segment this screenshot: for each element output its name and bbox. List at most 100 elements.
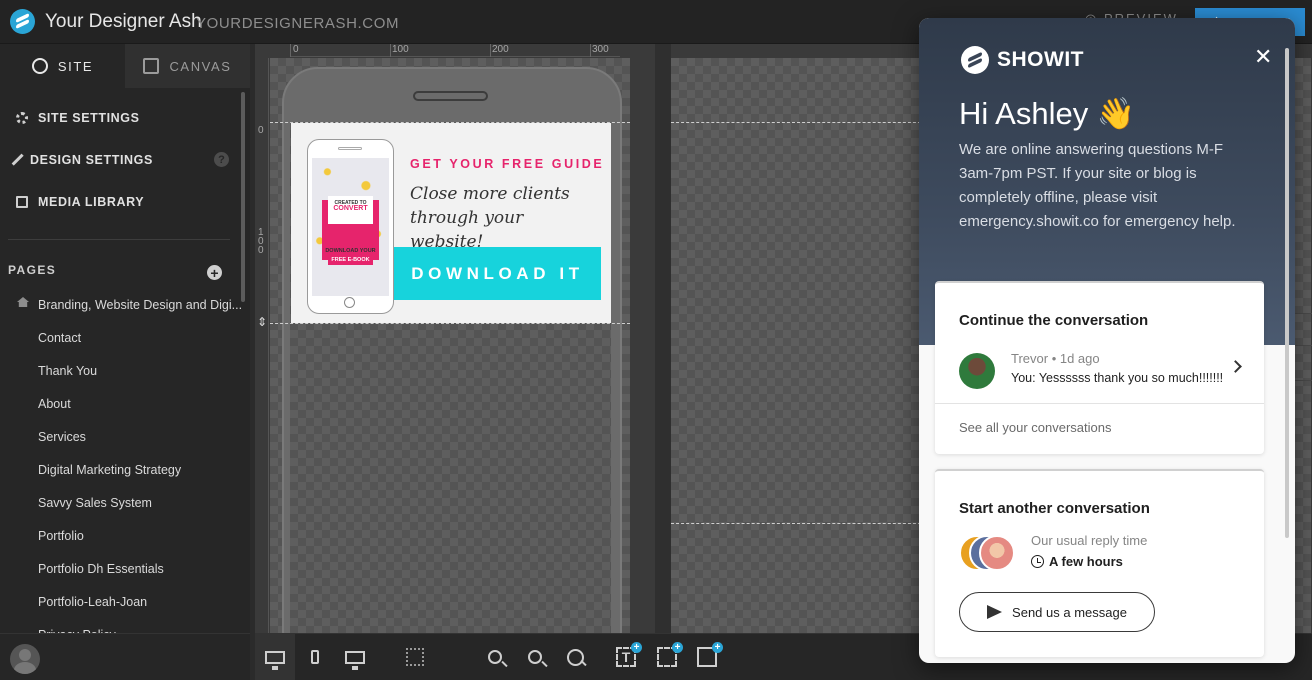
page-item[interactable]: Portfolio Dh Essentials (38, 562, 164, 576)
continue-conversation-card: Continue the conversation Trevor • 1d ag… (935, 281, 1264, 454)
tab-site-label: SITE (57, 58, 94, 74)
ruler-tick-label: 0 (293, 44, 299, 55)
pages-title: PAGES (8, 263, 57, 277)
widget-brand: SHOWIT (961, 46, 1084, 74)
globe-icon (31, 58, 48, 74)
desktop-view-button[interactable] (343, 645, 367, 670)
site-name: Your Designer Ash (45, 11, 202, 32)
send-icon (987, 605, 1003, 619)
gear-icon (16, 112, 28, 124)
ebook-bottom-line: DOWNLOAD YOUR (325, 248, 376, 254)
page-item[interactable]: Savvy Sales System (38, 496, 152, 510)
site-settings-label: SITE SETTINGS (38, 111, 140, 125)
send-message-button[interactable]: Send us a message (959, 592, 1155, 632)
media-library-item[interactable]: MEDIA LIBRARY (16, 195, 144, 209)
reply-time-text: A few hours (1049, 554, 1123, 569)
ruler-tick-label: 100 (392, 44, 409, 55)
responsive-icon (265, 650, 285, 670)
phone-speaker (413, 91, 488, 101)
widget-intro-message: We are online answering questions M-F 3a… (959, 141, 1236, 230)
mockup-home-button (344, 297, 355, 308)
user-avatar[interactable] (10, 644, 40, 674)
reply-time-label: Our usual reply time (1031, 533, 1148, 548)
shape-icon: + (657, 642, 683, 667)
help-icon[interactable]: ? (214, 152, 229, 167)
agent-name: Trevor • 1d ago (1011, 351, 1100, 366)
sidebar: SITE CANVAS SITE SETTINGS DESIGN SETTING… (0, 44, 250, 680)
page-item[interactable]: Portfolio-Leah-Joan (38, 595, 147, 609)
zoom-out-button[interactable] (486, 645, 504, 669)
add-image-button[interactable]: + (694, 642, 723, 669)
showit-logo-icon[interactable] (10, 9, 35, 34)
sidebar-scrollbar[interactable] (241, 92, 245, 302)
team-avatars (959, 535, 1019, 571)
continue-card-title: Continue the conversation (959, 312, 1149, 329)
chevron-right-icon (1229, 360, 1242, 373)
ruler-tick-label: 300 (592, 44, 609, 55)
guide-kicker[interactable]: GET YOUR FREE GUIDE (410, 157, 604, 171)
sidebar-divider (8, 239, 230, 240)
grid-toggle-button[interactable] (404, 645, 426, 669)
mobile-view-button[interactable] (306, 645, 324, 669)
download-button[interactable]: DOWNLOAD IT (394, 247, 601, 300)
start-card-title: Start another conversation (959, 500, 1150, 517)
grid-icon (406, 648, 424, 666)
page-item[interactable]: Contact (38, 331, 81, 345)
support-chat-widget: SHOWIT ✕ Hi Ashley 👋 We are online answe… (919, 18, 1295, 663)
image-add-icon: + (697, 642, 723, 667)
add-shape-button[interactable]: + (654, 642, 683, 669)
tab-site[interactable]: SITE (0, 44, 125, 88)
tab-canvas[interactable]: CANVAS (125, 44, 250, 88)
site-settings-item[interactable]: SITE SETTINGS (16, 111, 140, 125)
ebook-line2: CONVERT (333, 205, 368, 212)
start-conversation-card: Start another conversation Our usual rep… (935, 469, 1264, 657)
see-all-conversations-link[interactable]: See all your conversations (959, 420, 1111, 435)
ebook-cover: CREATED TO CONVERT DOWNLOAD YOUR FREE E-… (312, 158, 389, 296)
desktop-guide-bottom (671, 523, 921, 524)
add-page-icon[interactable]: + (207, 265, 222, 280)
text-icon: T + (616, 642, 642, 667)
last-message: You: Yessssss thank you so much!!!!!!! (1011, 371, 1224, 385)
page-item[interactable]: Services (38, 430, 86, 444)
zoom-in-button[interactable] (563, 645, 587, 669)
agent-avatar (959, 353, 995, 389)
ruler-tick-label: 1 0 0 (258, 227, 264, 256)
page-item[interactable]: Digital Marketing Strategy (38, 463, 181, 477)
add-text-button[interactable]: T + (613, 642, 642, 669)
mockup-speaker (338, 147, 362, 150)
page-item[interactable]: Portfolio (38, 529, 84, 543)
widget-brand-name: SHOWIT (997, 48, 1084, 71)
section-resize-handle[interactable]: ⇕ (257, 316, 267, 328)
site-domain[interactable]: YOURDESIGNERASH.COM (196, 15, 399, 32)
canvas-icon (143, 58, 160, 74)
widget-scrollbar[interactable] (1285, 48, 1289, 538)
page-item[interactable]: Thank You (38, 364, 97, 378)
send-message-label: Send us a message (1012, 604, 1127, 620)
ruler-tick-label: 200 (492, 44, 509, 55)
brush-icon (11, 153, 25, 167)
desktop-icon (345, 650, 365, 670)
media-library-label: MEDIA LIBRARY (38, 195, 145, 209)
canvas-divider (655, 44, 671, 633)
responsive-view-button[interactable] (263, 645, 287, 670)
desktop-guide-top (671, 122, 921, 123)
ruler-tick-label: 0 (258, 125, 264, 136)
design-settings-label: DESIGN SETTINGS (30, 153, 153, 167)
close-icon[interactable]: ✕ (1254, 46, 1272, 68)
panel-divider (1295, 345, 1312, 346)
tab-canvas-label: CANVAS (169, 58, 232, 74)
page-item[interactable]: About (38, 397, 71, 411)
zoom-in-icon (566, 648, 584, 666)
sidebar-tabs: SITE CANVAS (0, 44, 250, 88)
design-settings-item[interactable]: DESIGN SETTINGS (11, 153, 153, 167)
ruler-left: 0 1 0 0 (255, 58, 269, 633)
page-item[interactable]: Branding, Website Design and Digi... (38, 298, 242, 312)
panel-divider (1295, 380, 1312, 381)
guide-tagline[interactable]: Close more clients through your website! (410, 182, 600, 254)
showit-brand-icon (961, 46, 989, 74)
panel-divider (1295, 313, 1312, 314)
zoom-out-icon (488, 650, 502, 664)
section-guide-bottom (270, 323, 630, 324)
card-separator (935, 403, 1264, 404)
zoom-fit-button[interactable] (525, 645, 545, 669)
